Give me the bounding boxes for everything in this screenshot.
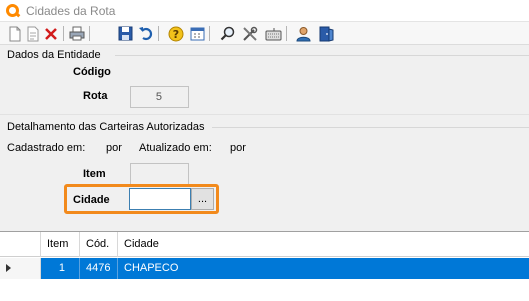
user-icon[interactable] <box>294 25 312 42</box>
keyboard-icon[interactable] <box>264 25 282 42</box>
section-divider <box>0 114 529 115</box>
rota-label: Rota <box>83 90 108 102</box>
row-indicator <box>0 258 41 279</box>
column-header-cod[interactable]: Cód. <box>80 232 118 257</box>
section-title-details: Detalhamento das Carteiras Autorizadas <box>7 121 205 133</box>
toolbar-separator <box>89 26 90 41</box>
tools-icon[interactable] <box>241 25 259 42</box>
toolbar-separator <box>209 26 210 41</box>
grid-indicator-header <box>0 232 41 257</box>
toolbar-separator <box>286 26 287 41</box>
item-label: Item <box>83 168 106 180</box>
toolbar-separator <box>158 26 159 41</box>
cidade-label: Cidade <box>73 194 110 206</box>
row-pointer-icon <box>6 264 11 272</box>
cadastrado-label: Cadastrado em: <box>7 142 86 154</box>
cidade-input[interactable] <box>129 188 191 210</box>
rota-field: 5 <box>130 86 189 108</box>
help-icon[interactable]: ? <box>167 25 185 42</box>
cidade-lookup-button[interactable]: ... <box>191 188 214 210</box>
column-header-item[interactable]: Item <box>41 232 80 257</box>
edit-document-icon[interactable] <box>24 25 42 42</box>
title-bar: Cidades da Rota <box>0 0 529 22</box>
print-icon[interactable] <box>68 25 86 42</box>
svg-text:?: ? <box>173 28 179 41</box>
cell-item[interactable]: 1 <box>41 258 80 279</box>
cadastrado-por-label: por <box>106 142 122 154</box>
cell-cod[interactable]: 4476 <box>80 258 118 279</box>
table-row[interactable]: 1 4476 CHAPECO <box>0 258 529 279</box>
column-header-cidade[interactable]: Cidade <box>118 232 529 257</box>
item-field <box>130 163 189 185</box>
exit-icon[interactable] <box>317 25 335 42</box>
app-logo-icon <box>6 4 19 17</box>
toolbar: ? <box>0 22 529 45</box>
section-title-entity: Dados da Entidade <box>7 49 101 61</box>
window-title: Cidades da Rota <box>26 4 116 18</box>
new-document-icon[interactable] <box>6 25 24 42</box>
atualizado-label: Atualizado em: <box>139 142 212 154</box>
search-icon[interactable] <box>218 25 236 42</box>
grid-header: Item Cód. Cidade <box>0 232 529 257</box>
cities-grid[interactable]: Item Cód. Cidade 1 4476 CHAPECO <box>0 231 529 301</box>
calendar-icon[interactable] <box>188 25 206 42</box>
save-icon[interactable] <box>116 25 134 42</box>
undo-icon[interactable] <box>136 25 154 42</box>
toolbar-separator <box>63 26 64 41</box>
cell-cidade[interactable]: CHAPECO <box>118 258 529 279</box>
codigo-label: Código <box>73 66 111 78</box>
delete-icon[interactable] <box>42 25 60 42</box>
atualizado-por-label: por <box>230 142 246 154</box>
section-divider <box>115 55 529 56</box>
section-divider <box>212 127 529 128</box>
